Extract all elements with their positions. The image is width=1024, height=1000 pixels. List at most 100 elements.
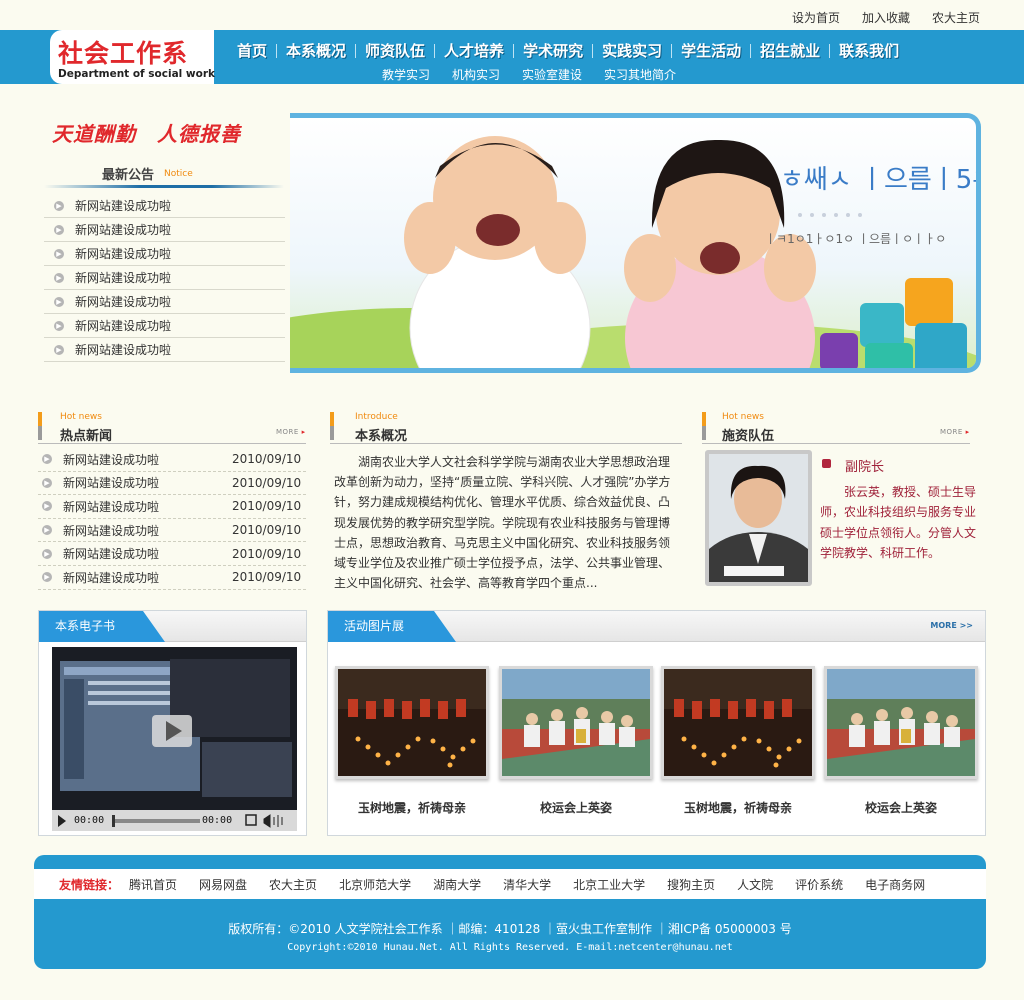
list-item[interactable]: ▶ 新网站建设成功啦: [44, 290, 285, 314]
news-date: 2010/09/10: [232, 570, 302, 585]
list-item[interactable]: ▶ 新网站建设成功啦: [44, 242, 285, 266]
staff-description: 张云英，教授、硕士生导师，农业科技组织与服务专业硕士学位点领衔人。分管人文学院教…: [820, 485, 977, 561]
notice-item-title: 新网站建设成功啦: [75, 295, 172, 309]
list-item[interactable]: ▶ 新网站建设成功啦: [44, 314, 285, 338]
nav-contact[interactable]: 联系我们: [830, 40, 908, 61]
divider: [38, 443, 306, 444]
gallery-panel: 活动图片展 MORE >> 玉树地震，祈祷母亲 校运会上英姿 玉树地震，祈祷母亲…: [327, 610, 986, 836]
gallery-photo-sports[interactable]: [824, 666, 978, 779]
news-date: 2010/09/10: [232, 523, 302, 538]
arrow-right-icon: ▶: [42, 548, 52, 559]
set-homepage-link[interactable]: 设为首页: [792, 9, 840, 26]
staff-photo[interactable]: [705, 450, 812, 586]
staff-role: 副院长: [845, 460, 885, 475]
nav-admissions[interactable]: 招生就业: [751, 40, 829, 61]
table-row[interactable]: ▶ 新网站建设成功啦 2010/09/10: [38, 519, 306, 543]
friend-link[interactable]: 北京师范大学: [339, 876, 411, 893]
main-nav: 首页 本系概况 师资队伍 人才培养 学术研究 实践实习 学生活动 招生就业 联系…: [228, 40, 908, 61]
notice-divider: [44, 185, 284, 188]
video-player[interactable]: 00:00 00:00: [52, 647, 297, 831]
news-title: 新网站建设成功啦: [63, 476, 160, 491]
subnav-lab-construction[interactable]: 实验室建设: [522, 66, 582, 83]
friend-link[interactable]: 电子商务网: [865, 876, 925, 893]
hot-news-title: 热点新闻: [60, 429, 113, 444]
friend-link[interactable]: 北京工业大学: [573, 876, 645, 893]
arrow-right-icon: ▶: [42, 501, 52, 512]
intro-text: 湖南农业大学人文社会科学学院与湖南农业大学思想政治理改革创新为动力，坚持“质量立…: [334, 455, 671, 591]
ebook-title: 本系电子书: [39, 611, 165, 642]
notice-item-title: 新网站建设成功啦: [75, 223, 172, 237]
friend-links-label: 友情链接：: [59, 877, 120, 892]
table-row[interactable]: ▶ 新网站建设成功啦 2010/09/10: [38, 542, 306, 566]
arrow-right-icon: ▶: [54, 200, 64, 211]
nav-training[interactable]: 人才培养: [435, 40, 513, 61]
hot-news-list: ▶ 新网站建设成功啦 2010/09/10 ▶ 新网站建设成功啦 2010/09/10 …: [38, 448, 306, 590]
notice-item-title: 新网站建设成功啦: [75, 199, 172, 213]
list-item[interactable]: ▶ 新网站建设成功啦: [44, 338, 285, 362]
friend-link[interactable]: 网易网盘: [199, 876, 247, 893]
logo-title: 社会工作系: [58, 39, 189, 68]
nav-home[interactable]: 首页: [228, 40, 276, 61]
notice-list: ▶ 新网站建设成功啦 ▶ 新网站建设成功啦 ▶ 新网站建设成功啦 ▶ 新网站建设成功啦 …: [44, 194, 285, 362]
arrow-right-icon: ▶: [42, 572, 52, 583]
intro-en: Introduce: [355, 412, 398, 422]
friend-link[interactable]: 湖南大学: [433, 876, 481, 893]
table-row[interactable]: ▶ 新网站建设成功啦 2010/09/10: [38, 472, 306, 496]
gallery-photo-candles[interactable]: [661, 666, 815, 779]
friend-link[interactable]: 农大主页: [269, 876, 317, 893]
friend-link[interactable]: 清华大学: [503, 876, 551, 893]
gallery-more-link[interactable]: MORE >>: [930, 621, 973, 630]
video-time-current: 00:00: [74, 815, 105, 826]
logo-subtitle: Department of social work: [58, 68, 215, 80]
arrow-right-icon: ▶: [54, 224, 64, 235]
notice-item-title: 新网站建设成功啦: [75, 343, 172, 357]
news-date: 2010/09/10: [232, 499, 302, 514]
list-item[interactable]: ▶ 新网站建设成功啦: [44, 266, 285, 290]
bullet-icon: [822, 459, 831, 468]
friend-link[interactable]: 评价系统: [795, 876, 843, 893]
top-links: 设为首页 加入收藏 农大主页: [792, 9, 980, 26]
footer-copyright: 版权所有：©2010 人文学院社会工作系 ｜邮编：410128 ｜萤火虫工作室制…: [228, 922, 792, 936]
table-row[interactable]: ▶ 新网站建设成功啦 2010/09/10: [38, 495, 306, 519]
friend-links-bar: 友情链接： 腾讯首页 网易网盘 农大主页 北京师范大学 湖南大学 清华大学 北京…: [34, 869, 986, 899]
nav-research[interactable]: 学术研究: [514, 40, 592, 61]
university-home-link[interactable]: 农大主页: [932, 9, 980, 26]
friend-link[interactable]: 搜狗主页: [667, 876, 715, 893]
news-date: 2010/09/10: [232, 452, 302, 467]
list-item[interactable]: ▶ 新网站建设成功啦: [44, 218, 285, 242]
nav-activities[interactable]: 学生活动: [672, 40, 750, 61]
banner-image: ㅎ쌔ㅅ ㅣ으름ㅣ5우 ㅣㅋ1ㅇ1ㅏㅇ1ㅇ ㅣ으름ㅣㅇㅣㅏㅇ: [290, 113, 981, 373]
banner-title: ㅎ쌔ㅅ ㅣ으름ㅣ5우: [780, 165, 981, 195]
gallery-title: 活动图片展: [328, 611, 456, 642]
news-title: 新网站建设成功啦: [63, 523, 160, 538]
footer-copyright-en: Copyright:©2010 Hunau.Net. All Rights Re…: [287, 942, 733, 953]
footer: 版权所有：©2010 人文学院社会工作系 ｜邮编：410128 ｜萤火虫工作室制…: [34, 899, 986, 969]
divider: [702, 443, 970, 444]
banner-subtitle: ㅣㅋ1ㅇ1ㅏㅇ1ㅇ ㅣ으름ㅣㅇㅣㅏㅇ: [765, 232, 946, 246]
add-favorite-link[interactable]: 加入收藏: [862, 9, 910, 26]
gallery-photo-sports[interactable]: [499, 666, 653, 779]
table-row[interactable]: ▶ 新网站建设成功啦 2010/09/10: [38, 448, 306, 472]
subnav-agency-internship[interactable]: 机构实习: [452, 66, 500, 83]
gallery-caption: 校运会上英姿: [864, 801, 937, 815]
friend-links: 腾讯首页 网易网盘 农大主页 北京师范大学 湖南大学 清华大学 北京工业大学 搜…: [129, 876, 947, 893]
subnav-teaching-internship[interactable]: 教学实习: [382, 66, 430, 83]
gallery-photo-candles[interactable]: [335, 666, 489, 779]
logo[interactable]: 社会工作系 Department of social work: [50, 30, 215, 84]
nav-faculty[interactable]: 师资队伍: [356, 40, 434, 61]
notice-item-title: 新网站建设成功啦: [75, 247, 172, 261]
nav-practice[interactable]: 实践实习: [593, 40, 671, 61]
nav-overview[interactable]: 本系概况: [277, 40, 355, 61]
friend-link[interactable]: 人文院: [737, 876, 773, 893]
news-title: 新网站建设成功啦: [63, 547, 160, 562]
arrow-right-icon: ▶: [42, 525, 52, 536]
hot-news-more-link[interactable]: MORE ▸: [276, 428, 306, 436]
notice-title: 最新公告: [102, 168, 155, 183]
list-item[interactable]: ▶ 新网站建设成功啦: [44, 194, 285, 218]
staff-more-link[interactable]: MORE ▸: [940, 428, 970, 436]
table-row[interactable]: ▶ 新网站建设成功啦 2010/09/10: [38, 566, 306, 590]
arrow-right-icon: ▶: [54, 272, 64, 283]
friend-link[interactable]: 腾讯首页: [129, 876, 177, 893]
notice-tag: Notice: [164, 169, 193, 179]
subnav-internship-base[interactable]: 实习其地简介: [604, 66, 676, 83]
